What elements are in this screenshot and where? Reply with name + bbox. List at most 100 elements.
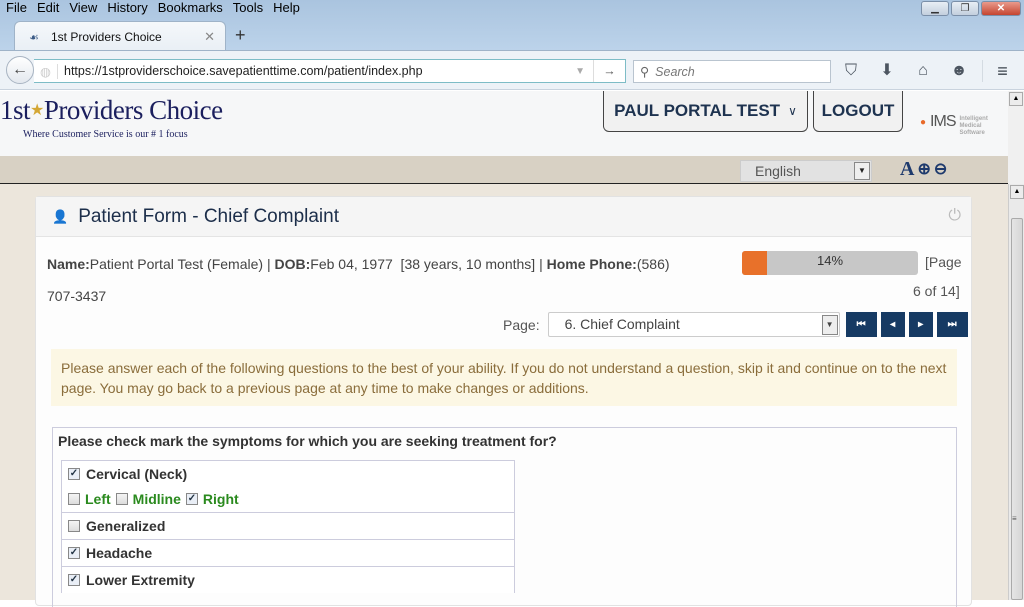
language-value: English <box>755 163 801 179</box>
option-label: Lower Extremity <box>86 572 195 588</box>
zoom-out-icon[interactable]: ⊖ <box>934 158 947 182</box>
close-icon[interactable]: ✕ <box>981 1 1021 16</box>
ims-logo: ● IMS Intelligent Medical Software <box>920 107 994 137</box>
phone-value-continued: 707-3437 <box>47 288 107 304</box>
checkbox[interactable]: ✓ <box>185 493 198 505</box>
phone-value: (586) <box>636 256 670 272</box>
search-placeholder: Search <box>655 64 695 79</box>
page-content: 1st★Providers Choice Where Customer Serv… <box>0 91 1008 607</box>
menu-history[interactable]: History <box>102 0 152 17</box>
option-label: Headache <box>86 545 153 561</box>
symptom-option: ✓ Lower Extremity <box>61 566 515 593</box>
last-page-button[interactable]: ⏭ <box>936 312 968 337</box>
tab-close-icon[interactable]: ✕ <box>204 29 215 45</box>
star-icon: ★ <box>30 102 44 119</box>
menu-file[interactable]: File <box>0 0 32 17</box>
checkbox[interactable]: ✓ <box>68 468 80 480</box>
page-info-1: [Page <box>925 254 962 270</box>
name-label: Name: <box>47 256 90 272</box>
option-row: ✓ Headache <box>68 545 508 561</box>
chat-icon[interactable]: ☻ <box>948 60 970 82</box>
symptom-option: ✓ Headache <box>61 539 515 566</box>
browser-tab[interactable]: ☙ 1st Providers Choice ✕ <box>14 21 226 51</box>
user-icon: 👤 <box>52 208 69 224</box>
power-icon[interactable]: ⏻ <box>948 207 961 225</box>
sub-option-label: Left <box>85 491 111 507</box>
progress-bar: 14% <box>742 251 918 275</box>
symptom-question: Please check mark the symptoms for which… <box>52 427 957 607</box>
page-select[interactable]: 6. Chief Complaint ▼ <box>547 312 840 337</box>
page-label: Page: <box>503 316 540 333</box>
site-header: 1st★Providers Choice Where Customer Serv… <box>0 91 1008 156</box>
chevron-down-icon: ∨ <box>788 104 797 118</box>
checkbox[interactable] <box>68 493 80 505</box>
ims-text: IMS <box>930 113 956 130</box>
url-dropdown-icon[interactable]: ▼ <box>575 66 585 77</box>
home-icon[interactable]: ⌂ <box>912 60 934 82</box>
sub-option-label: Right <box>202 491 239 507</box>
progress-text: 14% <box>816 253 844 268</box>
menu-hamburger-icon[interactable]: ≡ <box>982 60 1014 82</box>
search-icon: ⚲ <box>640 65 650 79</box>
page-select-value: 6. Chief Complaint <box>564 316 680 332</box>
page-title: Patient Form - Chief Complaint <box>78 205 340 227</box>
inner-scrollbar[interactable]: ▲ ≡ <box>1008 184 1024 600</box>
scroll-up-icon[interactable]: ▲ <box>1009 92 1023 106</box>
phone-label: Home Phone: <box>546 256 637 272</box>
option-row: ✓ Lower Extremity <box>68 572 508 588</box>
menu-view[interactable]: View <box>64 0 102 17</box>
scrollbar-thumb[interactable] <box>1011 218 1023 600</box>
option-label: Cervical (Neck) <box>86 466 188 482</box>
download-icon[interactable]: ⬇ <box>876 60 898 82</box>
pocket-icon[interactable]: ⛉ <box>840 60 862 82</box>
dropdown-arrow-icon[interactable]: ▼ <box>854 162 870 180</box>
url-text[interactable]: https://1stproviderschoice.savepatientti… <box>64 64 423 78</box>
ims-subtext: Intelligent Medical Software <box>959 116 988 136</box>
site-logo[interactable]: 1st★Providers Choice <box>0 95 223 126</box>
ims-dots-icon: ● <box>920 116 927 128</box>
globe-icon: ◍ <box>34 63 58 79</box>
font-size-icon[interactable]: A <box>900 158 914 182</box>
instructions-alert: Please answer each of the following ques… <box>51 349 957 406</box>
menu-bookmarks[interactable]: Bookmarks <box>153 0 228 17</box>
option-row: ✓ Cervical (Neck) <box>68 466 508 482</box>
name-value: Patient Portal Test (Female) | <box>89 256 275 272</box>
patient-form-card: 👤 Patient Form - Chief Complaint ⏻ Name:… <box>35 196 972 607</box>
next-page-button[interactable]: ▸ <box>908 312 933 337</box>
dob-label: DOB: <box>274 256 311 272</box>
zoom-in-icon[interactable]: ⊕ <box>917 158 930 182</box>
dropdown-arrow-icon[interactable]: ▼ <box>821 315 838 335</box>
first-page-button[interactable]: ⏮ <box>845 312 877 337</box>
checkbox[interactable]: ✓ <box>68 547 80 559</box>
checkbox[interactable] <box>68 520 80 532</box>
prev-page-button[interactable]: ◂ <box>880 312 905 337</box>
menu-help[interactable]: Help <box>268 0 305 17</box>
patient-info: Name:Patient Portal Test (Female) | DOB:… <box>47 254 670 274</box>
nav-bar: ← ◍ https://1stproviderschoice.savepatie… <box>0 50 1024 90</box>
logout-button[interactable]: LOGOUT <box>813 91 903 132</box>
url-bar[interactable]: ◍ https://1stproviderschoice.savepatient… <box>34 59 626 83</box>
language-select[interactable]: English ▼ <box>740 160 872 182</box>
option-row: Generalized <box>68 518 508 534</box>
new-tab-icon[interactable]: + <box>235 25 246 46</box>
user-name: PAUL PORTAL TEST <box>614 101 781 120</box>
checkbox[interactable] <box>115 493 128 505</box>
user-menu-button[interactable]: PAUL PORTAL TEST ∨ <box>603 91 808 132</box>
go-arrow-icon[interactable]: → <box>593 60 625 82</box>
card-header: 👤 Patient Form - Chief Complaint <box>36 197 971 237</box>
scroll-up-icon[interactable]: ▲ <box>1010 185 1024 199</box>
sub-options: Left Midline ✓ Right <box>68 491 508 507</box>
search-input[interactable]: ⚲ Search <box>633 60 831 83</box>
back-arrow-icon[interactable]: ← <box>6 56 34 84</box>
restore-icon[interactable]: ❐ <box>951 1 979 16</box>
scrollbar-grip-icon: ≡ <box>1012 514 1017 523</box>
symptom-option: ✓ Cervical (Neck) Left Midline ✓ Right <box>61 460 515 512</box>
menu-edit[interactable]: Edit <box>32 0 64 17</box>
checkbox[interactable]: ✓ <box>68 574 80 586</box>
language-bar: English ▼ A ⊕ ⊖ <box>0 156 1008 184</box>
menu-bar: File Edit View History Bookmarks Tools H… <box>0 0 305 17</box>
menu-tools[interactable]: Tools <box>228 0 268 17</box>
tab-title: 1st Providers Choice <box>51 29 162 44</box>
minimize-icon[interactable]: ▁ <box>921 1 949 16</box>
site-favicon-icon: ☙ <box>29 31 39 44</box>
